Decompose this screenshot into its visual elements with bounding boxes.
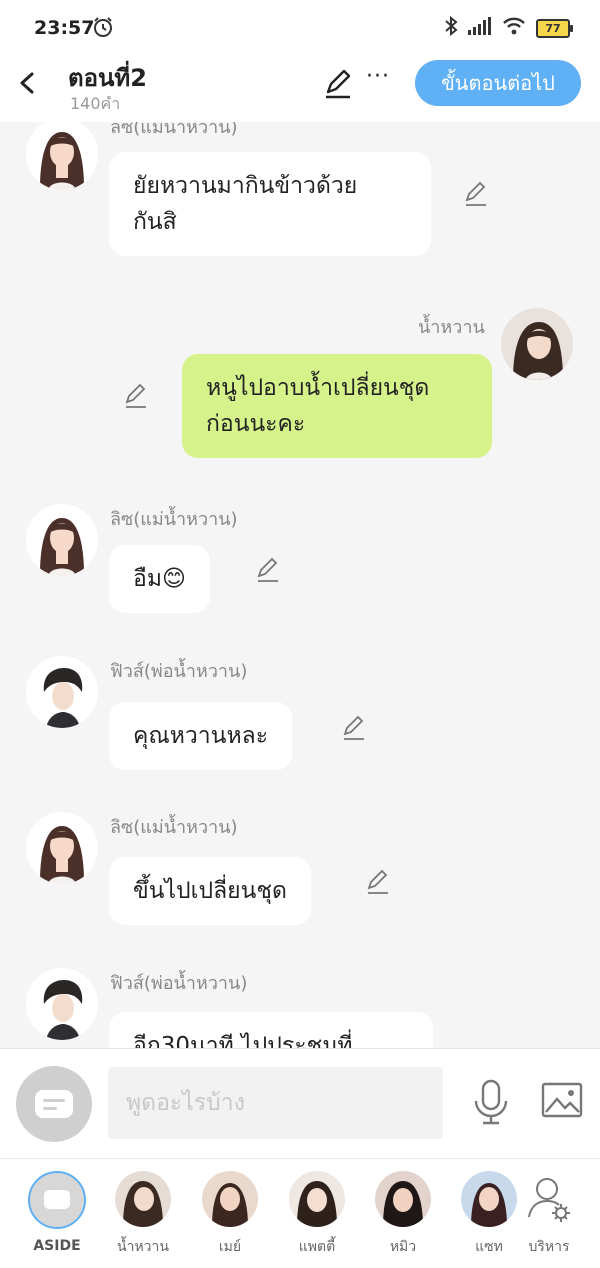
aside-icon [28,1171,86,1229]
microphone-icon[interactable] [470,1079,512,1129]
avatar-namwan[interactable] [501,308,573,380]
manage-user-icon [521,1171,577,1227]
avatar-father[interactable] [26,968,98,1040]
message-bubble[interactable]: ยัยหวานมากินข้าวด้วย กันสิ [109,152,431,256]
image-icon[interactable] [540,1081,584,1125]
bluetooth-icon [444,15,458,40]
edit-message-icon[interactable] [254,556,282,588]
sender-name: ฟิวส์(พ่อน้ำหวาน) [110,661,248,682]
sender-name: ลิซ(แม่น้ำหวาน) [110,509,238,530]
alarm-icon [92,16,114,42]
edit-message-icon[interactable] [122,382,150,414]
battery-icon: 77 [536,18,573,38]
avatar [375,1171,431,1227]
avatar [289,1171,345,1227]
message-bubble[interactable]: ขึ้นไปเปลี่ยนชุด [109,857,311,925]
chat-bubble-icon [35,1090,73,1118]
avatar [202,1171,258,1227]
tab-character[interactable]: น้ำหวาน [100,1171,186,1258]
tab-character[interactable]: แพตตี้ [274,1171,360,1258]
wifi-icon [502,17,526,39]
avatar [115,1171,171,1227]
status-bar: 23:57 77 [0,0,600,56]
message-bubble[interactable]: หนูไปอาบน้ำเปลี่ยนชุด ก่อนนะคะ [182,354,492,458]
tab-aside[interactable]: ASIDE [14,1171,100,1254]
tab-character[interactable]: เมย์ [187,1171,273,1258]
clock: 23:57 [34,17,95,39]
tab-character[interactable]: หมิว [360,1171,446,1258]
aside-toggle-button[interactable] [16,1066,92,1142]
word-count: 140คำ [70,94,121,113]
edit-title-button[interactable] [322,68,354,104]
message-bubble[interactable]: อืม😊 [109,545,210,613]
more-options-button[interactable]: ··· [366,64,390,89]
chat-area: ลิซ(แม่น้ำหวาน) ยัยหวานมากินข้าวด้วย กัน… [0,122,600,1048]
avatar-father[interactable] [26,656,98,728]
avatar-mother[interactable] [26,504,98,576]
avatar-mother[interactable] [26,812,98,884]
message-input[interactable]: พูดอะไรบ้าง [108,1067,443,1139]
edit-message-icon[interactable] [462,180,490,212]
avatar-mother[interactable] [26,122,98,190]
sender-name: ลิซ(แม่น้ำหวาน) [110,817,238,838]
top-bar: ตอนที่2 140คำ ··· ขั้นตอนต่อไป [0,56,600,122]
message-bubble[interactable]: อีก30นาที ไปประชุมที่ [109,1012,433,1048]
character-tab-bar: ASIDE น้ำหวาน เมย์ แพตตี้ หมิว แซท บริหา… [0,1158,600,1268]
tab-manage[interactable]: บริหาร [506,1171,592,1258]
next-step-button[interactable]: ขั้นตอนต่อไป [415,60,581,106]
sender-name: ฟิวส์(พ่อน้ำหวาน) [110,973,248,994]
message-bubble[interactable]: คุณหวานหละ [109,702,293,770]
back-button[interactable] [14,66,42,98]
edit-message-icon[interactable] [364,868,392,900]
sender-name: น้ำหวาน [418,317,485,338]
signal-icon [468,17,492,39]
sender-name: ลิซ(แม่น้ำหวาน) [110,122,238,138]
input-bar: พูดอะไรบ้าง [0,1048,600,1159]
edit-message-icon[interactable] [340,714,368,746]
